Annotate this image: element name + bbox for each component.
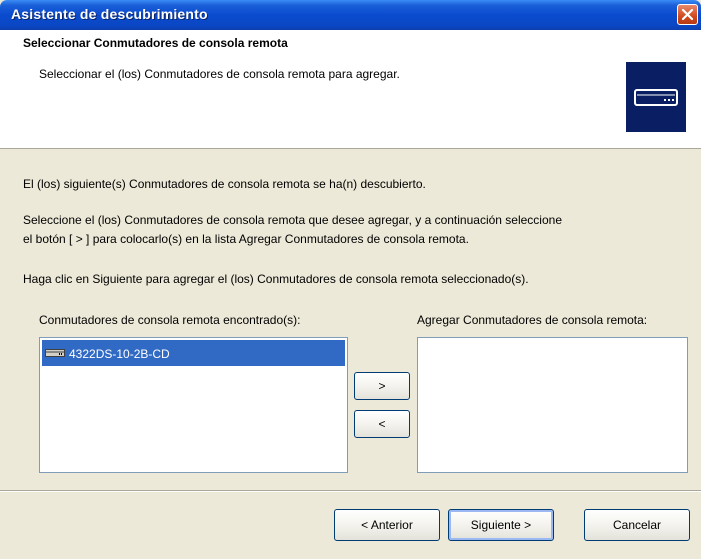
close-icon <box>681 8 694 21</box>
discovery-wizard-window: Asistente de descubrimiento Seleccionar … <box>0 0 701 559</box>
instruction-text-1: Seleccione el (los) Conmutadores de cons… <box>23 213 562 227</box>
device-icon <box>45 349 65 357</box>
remove-button-label: < <box>378 417 386 431</box>
remove-button[interactable]: < <box>354 410 410 438</box>
add-switches-listbox[interactable] <box>417 337 688 473</box>
add-button[interactable]: > <box>354 372 410 400</box>
close-button[interactable] <box>677 4 698 25</box>
footer-divider <box>0 490 701 492</box>
next-button-label: Siguiente > <box>470 518 532 532</box>
back-button-label: < Anterior <box>361 518 413 532</box>
window-title: Asistente de descubrimiento <box>11 6 208 22</box>
remote-console-switch-icon <box>626 62 686 132</box>
next-instruction-text: Haga clic en Siguiente para agregar el (… <box>23 272 529 286</box>
discovered-text: El (los) siguiente(s) Conmutadores de co… <box>23 177 426 191</box>
list-item[interactable]: 4322DS-10-2B-CD <box>42 340 345 366</box>
title-bar[interactable]: Asistente de descubrimiento <box>0 0 701 30</box>
add-button-label: > <box>378 379 386 393</box>
found-list-label: Conmutadores de consola remota encontrad… <box>39 313 301 327</box>
instruction-text-2: el botón [ > ] para colocarlo(s) en la l… <box>23 232 469 246</box>
page-title: Seleccionar Conmutadores de consola remo… <box>23 36 288 50</box>
list-item-label: 4322DS-10-2B-CD <box>69 347 170 361</box>
found-switches-listbox[interactable]: 4322DS-10-2B-CD <box>39 337 348 473</box>
next-button[interactable]: Siguiente > <box>448 509 554 541</box>
page-subtitle: Seleccionar el (los) Conmutadores de con… <box>39 67 400 81</box>
cancel-button[interactable]: Cancelar <box>584 509 690 541</box>
back-button[interactable]: < Anterior <box>334 509 440 541</box>
add-list-label: Agregar Conmutadores de consola remota: <box>417 313 648 327</box>
cancel-button-label: Cancelar <box>612 518 662 532</box>
